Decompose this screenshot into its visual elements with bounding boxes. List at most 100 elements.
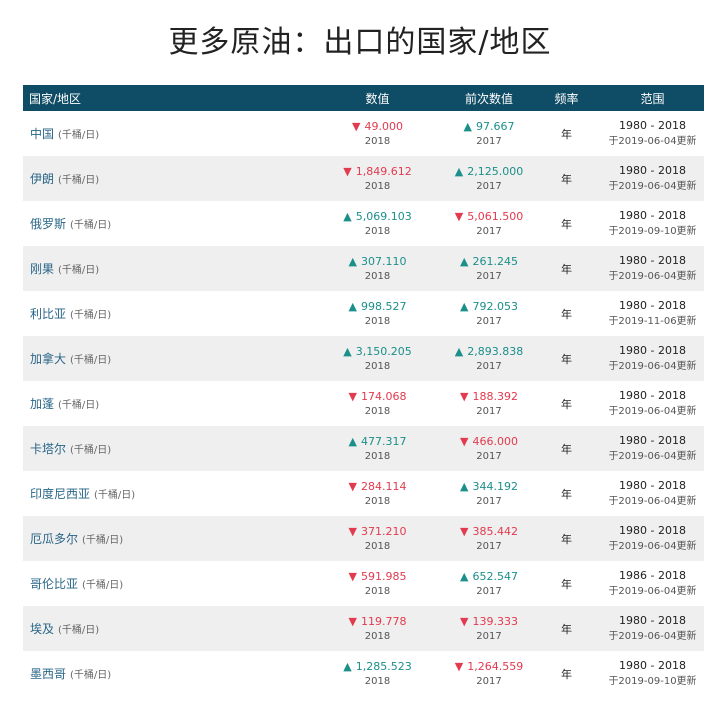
triangle-up-icon: ▲ bbox=[348, 434, 357, 448]
country-link[interactable]: 俄罗斯 bbox=[30, 217, 66, 231]
table-row[interactable]: 加拿大 (千桶/日) ▲ 3,150.205 2018 ▲ 2,893.838 2017 年 19… bbox=[23, 336, 704, 381]
table-row[interactable]: 墨西哥 (千桶/日) ▲ 1,285.523 2018 ▼ 1,264.559 2017 年 19… bbox=[23, 651, 704, 696]
unit-label: (千桶/日) bbox=[58, 625, 100, 636]
previous-year: 2017 bbox=[476, 270, 502, 282]
previous-number: 5,061.500 bbox=[467, 209, 524, 223]
country-link[interactable]: 厄瓜多尔 bbox=[30, 532, 78, 546]
range-years: 1986 - 2018 bbox=[619, 569, 686, 582]
table-row[interactable]: 埃及 (千桶/日) ▼ 119.778 2018 ▼ 139.333 2017 年 1980 - … bbox=[23, 606, 704, 651]
previous-figure: ▲ 261.245 bbox=[446, 254, 532, 269]
range-cell: 1980 - 2018 于2019-06-04更新 bbox=[601, 426, 704, 471]
value-figure: ▼ 174.068 bbox=[309, 389, 446, 404]
value-cell: ▼ 49.000 2018 bbox=[309, 111, 446, 156]
triangle-up-icon: ▲ bbox=[463, 119, 472, 133]
value-figure: ▼ 591.985 bbox=[309, 569, 446, 584]
updated-date: 于2019-06-04更新 bbox=[608, 271, 697, 282]
updated-date: 于2019-06-04更新 bbox=[608, 451, 697, 462]
country-cell: 墨西哥 (千桶/日) bbox=[23, 651, 309, 696]
previous-year: 2017 bbox=[476, 135, 502, 147]
range-years: 1980 - 2018 bbox=[619, 434, 686, 447]
previous-figure: ▲ 2,125.000 bbox=[446, 164, 532, 179]
range-cell: 1980 - 2018 于2019-06-04更新 bbox=[601, 471, 704, 516]
previous-number: 2,893.838 bbox=[467, 344, 524, 358]
previous-year: 2017 bbox=[476, 585, 502, 597]
range-years: 1980 - 2018 bbox=[619, 119, 686, 132]
triangle-down-icon: ▼ bbox=[460, 389, 469, 403]
table-row[interactable]: 哥伦比亚 (千桶/日) ▼ 591.985 2018 ▲ 652.547 2017 年 1986 … bbox=[23, 561, 704, 606]
value-cell: ▼ 591.985 2018 bbox=[309, 561, 446, 606]
unit-label: (千桶/日) bbox=[70, 220, 112, 231]
previous-cell: ▼ 1,264.559 2017 bbox=[446, 651, 532, 696]
triangle-up-icon: ▲ bbox=[454, 344, 464, 358]
country-link[interactable]: 哥伦比亚 bbox=[30, 577, 78, 591]
value-figure: ▲ 1,285.523 bbox=[309, 659, 446, 674]
triangle-up-icon: ▲ bbox=[460, 569, 469, 583]
country-cell: 印度尼西亚 (千桶/日) bbox=[23, 471, 309, 516]
previous-cell: ▼ 188.392 2017 bbox=[446, 381, 532, 426]
header-country[interactable]: 国家/地区 bbox=[23, 85, 309, 111]
previous-cell: ▲ 261.245 2017 bbox=[446, 246, 532, 291]
unit-label: (千桶/日) bbox=[82, 535, 124, 546]
country-link[interactable]: 卡塔尔 bbox=[30, 442, 66, 456]
value-year: 2018 bbox=[364, 405, 391, 417]
country-cell: 伊朗 (千桶/日) bbox=[23, 156, 309, 201]
header-range[interactable]: 范围 bbox=[601, 85, 704, 111]
previous-figure: ▼ 466.000 bbox=[446, 434, 532, 449]
updated-date: 于2019-11-06更新 bbox=[608, 316, 697, 327]
previous-year: 2017 bbox=[476, 315, 502, 327]
table-row[interactable]: 厄瓜多尔 (千桶/日) ▼ 371.210 2018 ▼ 385.442 2017 年 1980 … bbox=[23, 516, 704, 561]
value-figure: ▲ 307.110 bbox=[309, 254, 446, 269]
country-link[interactable]: 加拿大 bbox=[30, 352, 66, 366]
triangle-down-icon: ▼ bbox=[348, 524, 357, 538]
table-row[interactable]: 加蓬 (千桶/日) ▼ 174.068 2018 ▼ 188.392 2017 年 1980 - … bbox=[23, 381, 704, 426]
previous-year: 2017 bbox=[476, 495, 502, 507]
frequency-cell: 年 bbox=[561, 622, 572, 636]
range-cell: 1980 - 2018 于2019-06-04更新 bbox=[601, 381, 704, 426]
previous-cell: ▲ 97.667 2017 bbox=[446, 111, 532, 156]
previous-year: 2017 bbox=[476, 450, 502, 462]
country-link[interactable]: 伊朗 bbox=[30, 172, 54, 186]
value-cell: ▲ 477.317 2018 bbox=[309, 426, 446, 471]
range-cell: 1980 - 2018 于2019-06-04更新 bbox=[601, 336, 704, 381]
table-row[interactable]: 伊朗 (千桶/日) ▼ 1,849.612 2018 ▲ 2,125.000 2017 年 198… bbox=[23, 156, 704, 201]
previous-number: 652.547 bbox=[472, 569, 518, 583]
country-link[interactable]: 埃及 bbox=[30, 622, 54, 636]
previous-cell: ▼ 139.333 2017 bbox=[446, 606, 532, 651]
updated-date: 于2019-06-04更新 bbox=[608, 631, 697, 642]
previous-number: 385.442 bbox=[472, 524, 518, 538]
country-link[interactable]: 中国 bbox=[30, 127, 54, 141]
range-cell: 1980 - 2018 于2019-11-06更新 bbox=[601, 291, 704, 336]
country-link[interactable]: 加蓬 bbox=[30, 397, 54, 411]
table-row[interactable]: 卡塔尔 (千桶/日) ▲ 477.317 2018 ▼ 466.000 2017 年 1980 -… bbox=[23, 426, 704, 471]
previous-figure: ▲ 2,893.838 bbox=[446, 344, 532, 359]
table-row[interactable]: 俄罗斯 (千桶/日) ▲ 5,069.103 2018 ▼ 5,061.500 2017 年 19… bbox=[23, 201, 704, 246]
value-cell: ▼ 119.778 2018 bbox=[309, 606, 446, 651]
country-link[interactable]: 墨西哥 bbox=[30, 667, 66, 681]
range-cell: 1986 - 2018 于2019-06-04更新 bbox=[601, 561, 704, 606]
value-year: 2018 bbox=[364, 585, 391, 597]
previous-year: 2017 bbox=[476, 540, 502, 552]
header-previous[interactable]: 前次数值 bbox=[446, 85, 532, 111]
value-number: 284.114 bbox=[360, 479, 407, 493]
country-link[interactable]: 印度尼西亚 bbox=[30, 487, 90, 501]
header-value[interactable]: 数值 bbox=[309, 85, 446, 111]
table-row[interactable]: 印度尼西亚 (千桶/日) ▼ 284.114 2018 ▲ 344.192 2017 年 1980… bbox=[23, 471, 704, 516]
range-cell: 1980 - 2018 于2019-06-04更新 bbox=[601, 156, 704, 201]
country-cell: 刚果 (千桶/日) bbox=[23, 246, 309, 291]
table-row[interactable]: 刚果 (千桶/日) ▲ 307.110 2018 ▲ 261.245 2017 年 1980 - … bbox=[23, 246, 704, 291]
table-row[interactable]: 中国 (千桶/日) ▼ 49.000 2018 ▲ 97.667 2017 年 1980 - 20… bbox=[23, 111, 704, 156]
country-link[interactable]: 刚果 bbox=[30, 262, 54, 276]
triangle-down-icon: ▼ bbox=[460, 434, 469, 448]
unit-label: (千桶/日) bbox=[58, 400, 100, 411]
triangle-up-icon: ▲ bbox=[460, 299, 469, 313]
country-cell: 加拿大 (千桶/日) bbox=[23, 336, 309, 381]
table-row[interactable]: 利比亚 (千桶/日) ▲ 998.527 2018 ▲ 792.053 2017 年 1980 -… bbox=[23, 291, 704, 336]
frequency-cell: 年 bbox=[561, 532, 572, 546]
header-frequency[interactable]: 频率 bbox=[532, 85, 601, 111]
previous-year: 2017 bbox=[476, 225, 502, 237]
frequency-cell: 年 bbox=[561, 217, 572, 231]
country-link[interactable]: 利比亚 bbox=[30, 307, 66, 321]
page-title: 更多原油：出口的国家/地区 bbox=[168, 25, 552, 60]
triangle-down-icon: ▼ bbox=[460, 614, 469, 628]
range-years: 1980 - 2018 bbox=[619, 209, 686, 222]
